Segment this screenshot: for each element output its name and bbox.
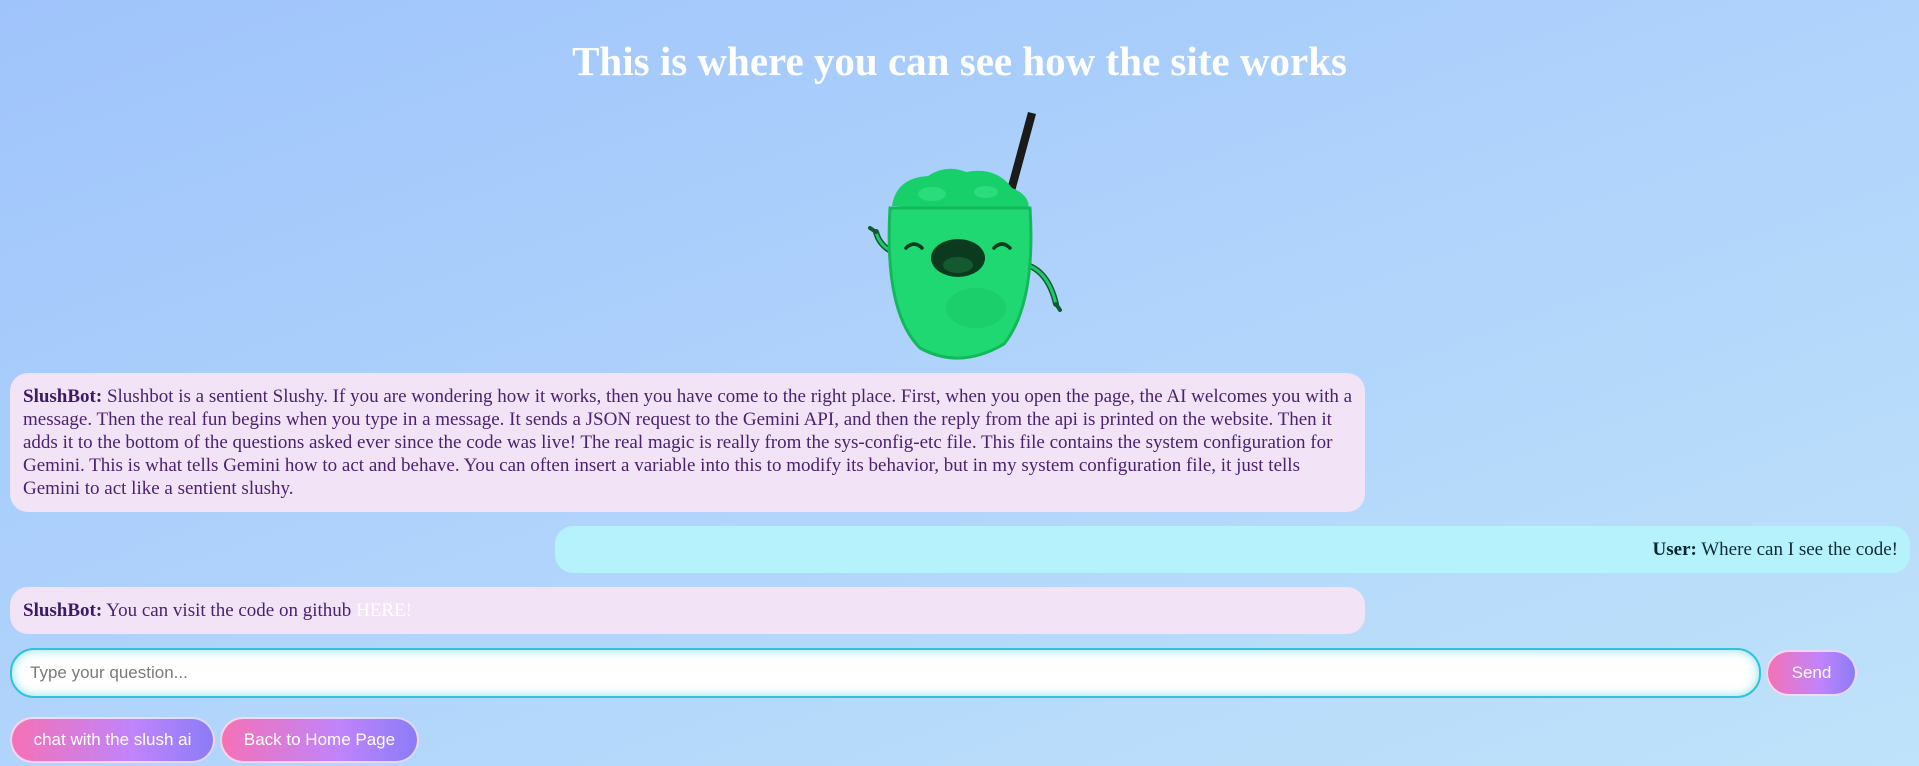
page-title: This is where you can see how the site w…	[572, 38, 1347, 84]
chat-log: SlushBot: Slushbot is a sentient Slushy.…	[10, 373, 1910, 648]
bot-message: SlushBot: You can visit the code on gith…	[10, 587, 1365, 634]
question-form: Send	[10, 648, 1910, 698]
message-text: You can visit the code on github	[102, 600, 357, 621]
back-to-home-button[interactable]: Back to Home Page	[220, 717, 419, 763]
question-input[interactable]	[10, 648, 1761, 698]
message-text: Where can I see the code!	[1696, 539, 1898, 560]
message-sender: User:	[1652, 539, 1697, 560]
message-text: Slushbot is a sentient Slushy. If you ar…	[23, 386, 1353, 499]
message-sender: SlushBot:	[23, 386, 103, 407]
send-button[interactable]: Send	[1766, 650, 1857, 696]
slushy-mascot-icon	[868, 112, 1062, 360]
chat-with-slush-ai-button[interactable]: chat with the slush ai	[10, 717, 215, 763]
user-message: User: Where can I see the code!	[555, 526, 1910, 573]
bot-message: SlushBot: Slushbot is a sentient Slushy.…	[10, 373, 1365, 512]
message-sender: SlushBot:	[23, 600, 103, 621]
github-link[interactable]: HERE!	[356, 600, 412, 621]
